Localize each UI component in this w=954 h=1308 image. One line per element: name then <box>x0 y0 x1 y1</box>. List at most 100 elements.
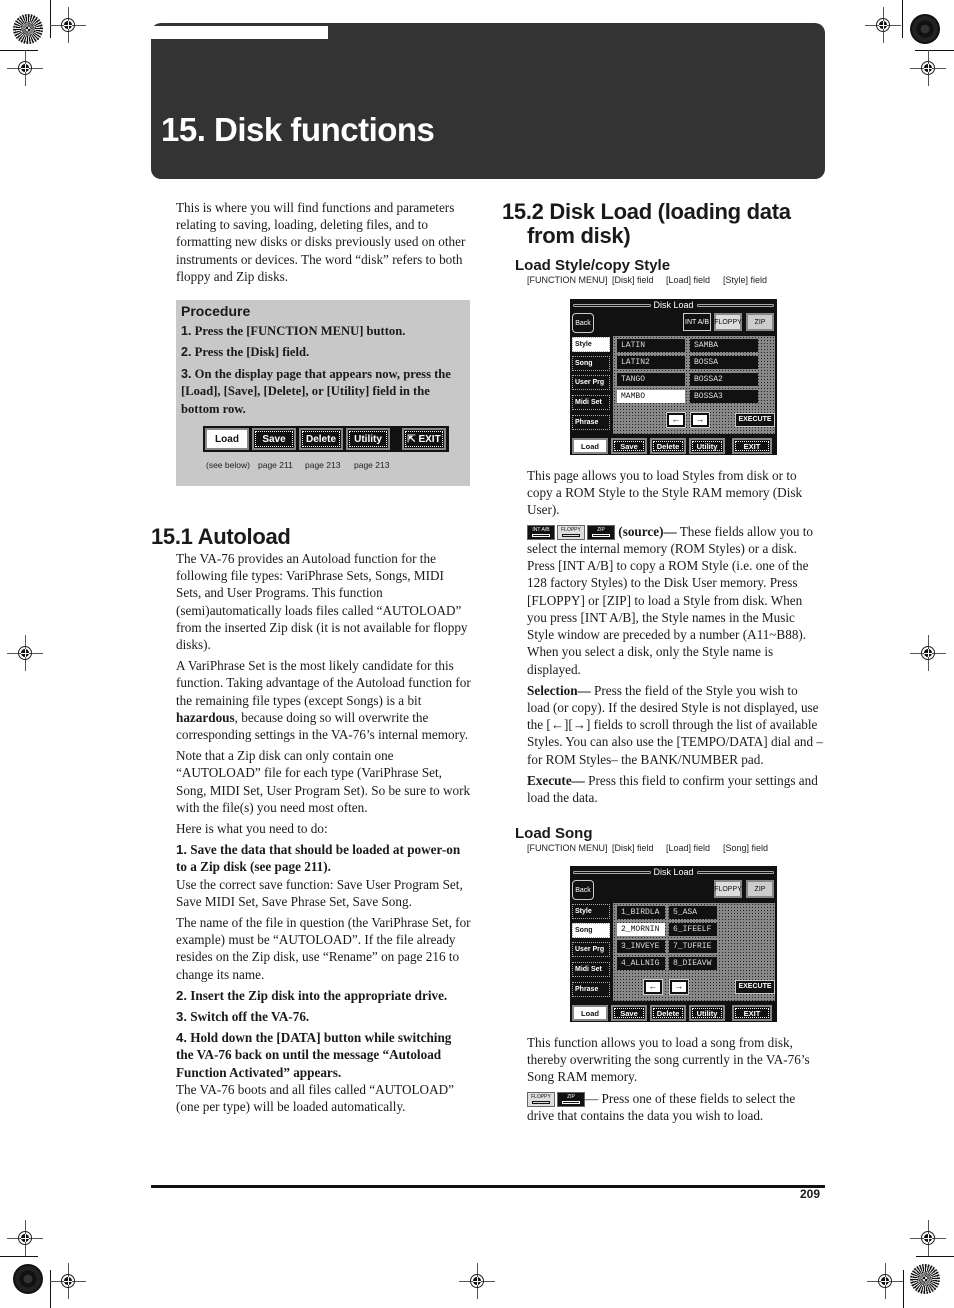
scroll-right-arrow-icon[interactable]: → <box>690 412 710 428</box>
style-cell[interactable]: LATIN <box>617 339 685 352</box>
int-ab-icon: INT A/B <box>527 525 555 541</box>
crosshair-mark <box>50 1263 86 1299</box>
song-cell[interactable]: 6_IFEELF <box>669 923 717 936</box>
side-tab-user-prg[interactable]: User Prg <box>572 942 610 957</box>
load-button[interactable]: Load <box>572 1005 608 1021</box>
zip-icon: ZIP <box>587 525 615 541</box>
trim-line <box>916 1256 954 1257</box>
path-step: [Disk] field <box>612 275 654 285</box>
int-ab-source-button[interactable]: INT A/B <box>683 313 711 331</box>
load-button[interactable]: Load <box>572 438 608 454</box>
crosshair-mark <box>867 1263 903 1299</box>
procedure-step: 2. Press the [Disk] field. <box>181 344 465 361</box>
load-style-description: This page allows you to load Styles from… <box>527 467 823 810</box>
exit-button[interactable]: EXIT <box>732 438 772 454</box>
step-text: Switch off the VA-76. <box>190 1009 310 1025</box>
floppy-source-button[interactable]: FLOPPY <box>714 313 742 331</box>
exit-label: EXIT <box>418 433 441 445</box>
save-button[interactable]: Save <box>611 438 647 454</box>
step-text: Press the [FUNCTION MENU] button. <box>194 324 406 338</box>
song-cell[interactable]: 7_TUFRIE <box>669 940 717 953</box>
style-cell-selected[interactable]: MAMBO <box>617 390 685 403</box>
exit-button[interactable]: EXIT <box>732 1005 772 1021</box>
song-cell-selected[interactable]: 2_MORNIN <box>617 923 665 936</box>
style-cell[interactable]: BOSSA <box>690 356 758 369</box>
disk-load-song-screen: Disk Load Back FLOPPY ZIP Style Song Use… <box>570 866 777 1022</box>
load-song-description: This function allows you to load a song … <box>527 1034 823 1128</box>
side-tab-phrase[interactable]: Phrase <box>572 982 610 997</box>
song-cell[interactable]: 1_BIRDLA <box>617 906 665 919</box>
paragraph: This function allows you to load a song … <box>527 1035 810 1085</box>
utility-button[interactable]: Utility <box>689 438 725 454</box>
paragraph: INT A/B FLOPPY ZIP (source)— These field… <box>527 523 823 678</box>
side-tab-user-prg[interactable]: User Prg <box>572 375 610 390</box>
delete-button[interactable]: Delete <box>299 428 343 450</box>
style-cell[interactable]: LATIN2 <box>617 356 685 369</box>
procedure-box: Procedure 1. Press the [FUNCTION MENU] b… <box>176 300 470 486</box>
scroll-left-arrow-icon[interactable]: ← <box>643 979 663 995</box>
page-number: 209 <box>799 1187 820 1201</box>
scroll-right-arrow-icon[interactable]: → <box>669 979 689 995</box>
ref-save: page 211 <box>258 460 293 470</box>
delete-button[interactable]: Delete <box>650 438 686 454</box>
zip-source-button[interactable]: ZIP <box>746 880 774 898</box>
save-button[interactable]: Save <box>611 1005 647 1021</box>
song-cell[interactable]: 5_ASA <box>669 906 717 919</box>
back-button[interactable]: Back <box>572 313 594 333</box>
back-button[interactable]: Back <box>572 880 594 900</box>
style-cell[interactable]: SAMBA <box>690 339 758 352</box>
song-cell[interactable]: 4_ALLNIG <box>617 957 665 970</box>
step-number: 3. <box>181 366 192 381</box>
registration-star-top-left <box>13 14 43 44</box>
floppy-source-button[interactable]: FLOPPY <box>714 880 742 898</box>
exit-button[interactable]: ⇱ EXIT <box>402 428 446 450</box>
scroll-left-arrow-icon[interactable]: ← <box>666 412 686 428</box>
step-number: 4. <box>176 1030 187 1046</box>
style-cell[interactable]: TANGO <box>617 373 685 386</box>
paragraph: Selection— Press the field of the Style … <box>527 682 823 768</box>
side-tab-phrase[interactable]: Phrase <box>572 415 610 430</box>
procedure-heading: Procedure <box>181 303 251 319</box>
load-button[interactable]: Load <box>205 428 249 450</box>
path-step: [Style] field <box>723 275 768 285</box>
style-cell[interactable]: BOSSA3 <box>690 390 758 403</box>
term-label: (source)— <box>618 523 677 539</box>
text-span: These fields allow you to select the int… <box>527 523 814 677</box>
utility-button[interactable]: Utility <box>689 1005 725 1021</box>
path-step: [Load] field <box>666 275 711 285</box>
crosshair-mark <box>910 635 946 671</box>
term-label: Execute— <box>527 772 585 788</box>
crosshair-mark <box>7 50 43 86</box>
ref-load: (see below) <box>206 460 250 470</box>
crosshair-mark <box>910 50 946 86</box>
style-cell[interactable]: BOSSA2 <box>690 373 758 386</box>
disk-function-button-bar: Load Save Delete Utility ⇱ EXIT <box>203 426 449 452</box>
term-label: Selection— <box>527 682 591 698</box>
song-cell[interactable]: 8_DIEAVW <box>669 957 717 970</box>
section-heading-autoload: 15.1 Autoload <box>151 524 291 549</box>
side-tab-style[interactable]: Style <box>572 337 610 352</box>
floppy-icon: FLOPPY <box>557 525 585 541</box>
song-cell[interactable]: 3_INVEYE <box>617 940 665 953</box>
exit-icon: ⇱ <box>407 433 416 445</box>
disk-load-style-screen: Disk Load Back INT A/B FLOPPY ZIP Style … <box>570 299 777 455</box>
zip-source-button[interactable]: ZIP <box>746 313 774 331</box>
step: 2. Insert the Zip disk into the appropri… <box>176 987 472 1004</box>
procedure-step: 1. Press the [FUNCTION MENU] button. <box>181 323 465 340</box>
registration-star-bottom-left <box>13 1264 43 1294</box>
step-text: Press the [Disk] field. <box>194 345 310 360</box>
paragraph: Execute— Press this field to confirm you… <box>527 772 823 806</box>
execute-button[interactable]: EXECUTE <box>735 980 775 994</box>
execute-button[interactable]: EXECUTE <box>735 413 775 427</box>
save-button[interactable]: Save <box>252 428 296 450</box>
paragraph: The name of the file in question (the Va… <box>176 915 471 982</box>
utility-button[interactable]: Utility <box>346 428 390 450</box>
delete-button[interactable]: Delete <box>650 1005 686 1021</box>
path-step: [Disk] field <box>612 843 654 853</box>
side-tab-midi-set[interactable]: Midi Set <box>572 395 610 410</box>
side-tab-style[interactable]: Style <box>572 904 610 919</box>
step-text: On the display page that appears now, pr… <box>181 366 451 416</box>
side-tab-song[interactable]: Song <box>572 923 610 938</box>
side-tab-midi-set[interactable]: Midi Set <box>572 962 610 977</box>
side-tab-song[interactable]: Song <box>572 356 610 371</box>
